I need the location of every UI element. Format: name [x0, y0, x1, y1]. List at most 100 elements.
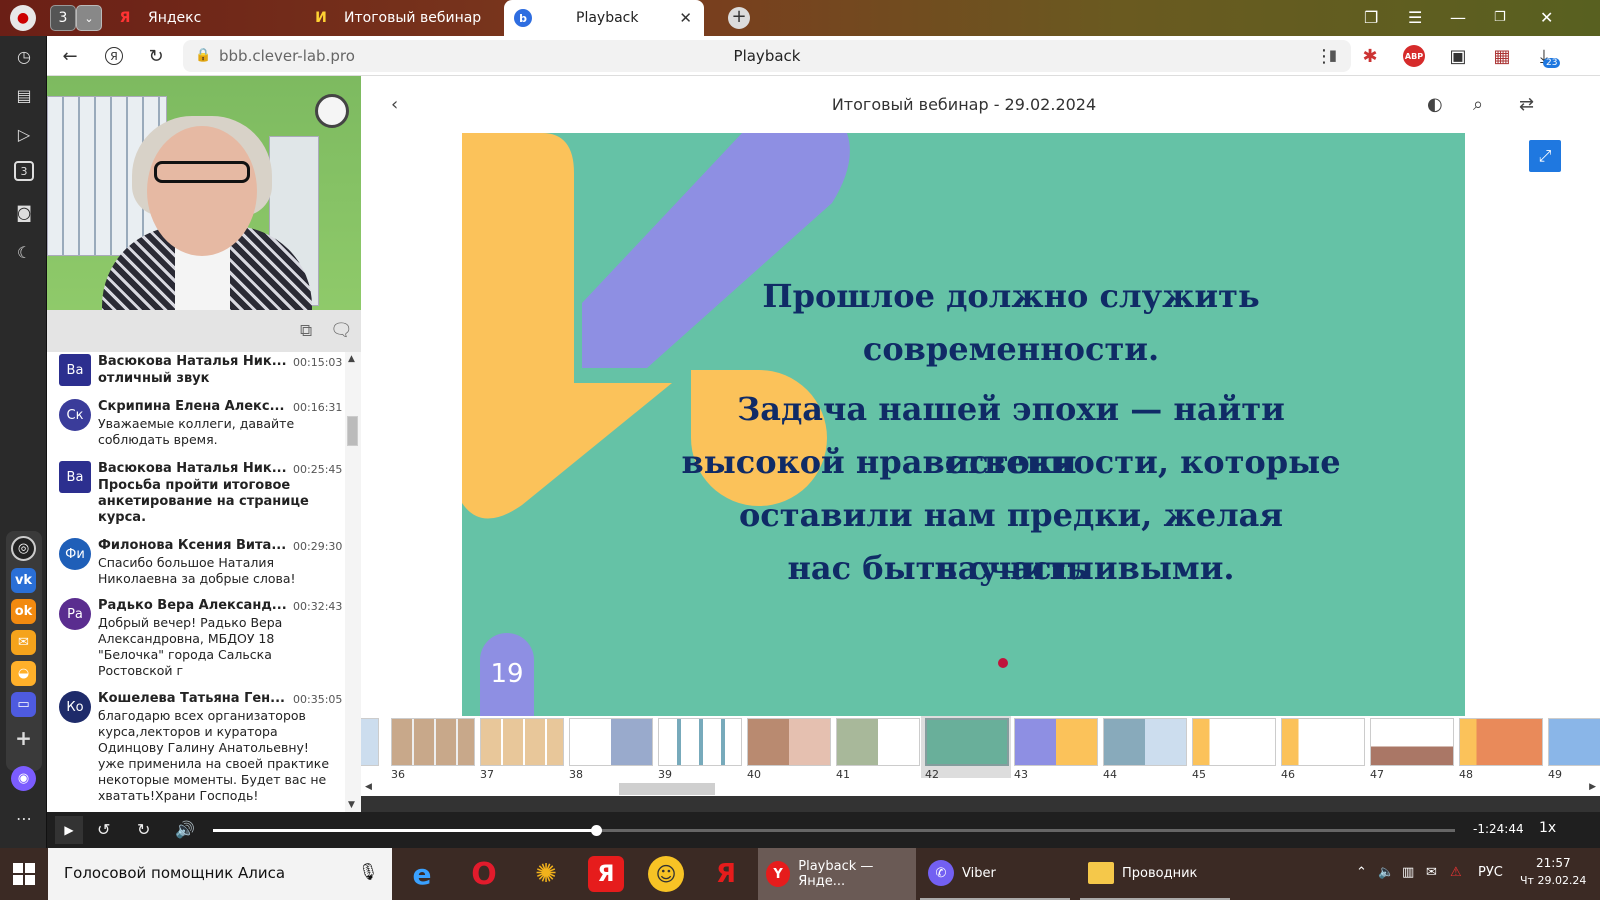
wallet-extension-icon[interactable]: ▣	[1447, 45, 1469, 67]
volume-tray-icon[interactable]: 🔈	[1378, 865, 1394, 880]
slide-thumbnail[interactable]	[1103, 718, 1187, 766]
more-options-icon[interactable]: ⋮	[1313, 45, 1335, 67]
scroll-up-icon[interactable]: ▲	[348, 354, 355, 364]
progress-bar[interactable]	[213, 825, 1455, 836]
messenger-icon[interactable]: ▭	[11, 692, 36, 717]
scroll-left-icon[interactable]: ◀	[365, 782, 372, 792]
warning-tray-icon[interactable]: ⚠	[1450, 865, 1462, 880]
url-field[interactable]: 🔒 bbb.clever-lab.pro Playback ▮	[183, 40, 1351, 72]
collections-icon[interactable]: ▤	[12, 83, 36, 107]
new-tab-button[interactable]: +	[728, 7, 750, 29]
copy-icon[interactable]: ⧉	[300, 321, 312, 341]
sunflower-app-icon[interactable]: ✺	[528, 856, 564, 892]
rewind-icon[interactable]: ↺	[97, 820, 110, 839]
slide-thumbnail[interactable]	[1370, 718, 1454, 766]
yandex-home-icon[interactable]: Я	[105, 47, 123, 65]
scroll-down-icon[interactable]: ▼	[348, 800, 355, 810]
alice-app-icon[interactable]: ◎	[11, 536, 36, 561]
slide-thumbnail[interactable]	[658, 718, 742, 766]
playback-speed[interactable]: 1x	[1539, 820, 1556, 836]
scroll-right-icon[interactable]: ▶	[1589, 782, 1596, 792]
search-icon[interactable]: ⌕	[1473, 94, 1483, 115]
taskbar-task-explorer[interactable]: Проводник	[1080, 848, 1230, 900]
avatar: Ва	[59, 461, 91, 493]
tab-yandex[interactable]: Я Яндекс	[116, 0, 306, 36]
slide-thumbnail[interactable]	[361, 718, 379, 766]
expand-icon: ⤢	[1538, 146, 1552, 165]
restore-icon[interactable]: ❐	[1494, 10, 1506, 25]
vk-icon[interactable]: vk	[11, 568, 36, 593]
play-icon[interactable]: ▷	[12, 122, 36, 146]
slide-thumbnail[interactable]	[391, 718, 475, 766]
bookmarks-panel-icon[interactable]: ❐	[1364, 8, 1378, 27]
minimize-icon[interactable]: —	[1450, 8, 1466, 27]
slide-thumbnail[interactable]	[569, 718, 653, 766]
network-tray-icon[interactable]: ▥	[1402, 865, 1414, 880]
screenshot-icon[interactable]: ◙	[12, 200, 36, 224]
language-indicator[interactable]: РУС	[1478, 865, 1503, 880]
messages-tray-icon[interactable]: ✉	[1426, 865, 1437, 880]
menu-icon[interactable]: ☰	[1408, 8, 1422, 27]
slide-thumbnail[interactable]	[1459, 718, 1543, 766]
slide-thumbnail[interactable]	[1281, 718, 1365, 766]
yandex-app-icon[interactable]: Я	[588, 856, 624, 892]
thumbnail-scroll-thumb[interactable]	[619, 783, 715, 795]
thumbnail-scrollbar[interactable]: ◀ ▶	[361, 782, 1600, 796]
clock-time[interactable]: 21:57	[1536, 856, 1571, 870]
slide-thumbnail[interactable]	[1192, 718, 1276, 766]
ok-icon[interactable]: ok	[11, 599, 36, 624]
back-icon[interactable]: ←	[59, 45, 81, 67]
taskbar-task-playback[interactable]: Y Playback — Янде...	[758, 848, 916, 900]
taskbar-search[interactable]: Голосовой помощник Алиса 🎙	[48, 848, 392, 900]
reload-icon[interactable]: ↻	[145, 45, 167, 67]
tray-expand-icon[interactable]: ⌃	[1356, 865, 1367, 880]
calendar-extension-icon[interactable]: ▦	[1491, 45, 1513, 67]
taskbar-task-viber[interactable]: ✆ Viber	[920, 848, 1070, 900]
alice-icon[interactable]: ◉	[11, 766, 36, 791]
recording-title: Итоговый вебинар - 29.02.2024	[831, 95, 1097, 114]
thumbnail-number: 39	[658, 768, 672, 781]
clock-date[interactable]: Чт 29.02.24	[1520, 874, 1586, 887]
chat-scrollbar[interactable]: ▲ ▼	[345, 352, 361, 812]
task-label: Проводник	[1122, 865, 1198, 881]
more-icon[interactable]: ⋯	[12, 806, 36, 830]
start-button[interactable]	[0, 848, 48, 900]
sender-name: Васюкова Наталья Ник...	[98, 354, 286, 369]
tab-number-icon[interactable]: 3	[14, 161, 34, 181]
tab-counter-button[interactable]: 3	[50, 5, 76, 31]
tab-counter: 3	[58, 10, 68, 26]
slide-thumbnail[interactable]	[747, 718, 831, 766]
microphone-icon[interactable]: 🎙	[358, 862, 378, 881]
play-button[interactable]: ▶	[55, 816, 83, 844]
close-window-icon[interactable]: ✕	[1540, 8, 1553, 27]
forward-icon[interactable]: ↻	[137, 820, 150, 839]
history-icon[interactable]: ◷	[12, 44, 36, 68]
add-app-icon[interactable]: +	[11, 725, 36, 750]
night-mode-icon[interactable]: ☾	[12, 240, 36, 264]
bug-extension-icon[interactable]: ✱	[1359, 45, 1381, 67]
adblock-extension-icon[interactable]: ABP	[1403, 45, 1425, 67]
progress-handle[interactable]	[590, 825, 602, 836]
slide-thumbnail[interactable]	[480, 718, 564, 766]
mail-icon[interactable]: ✉	[11, 630, 36, 655]
slide-thumbnail[interactable]	[1548, 718, 1600, 766]
close-tab-icon[interactable]: ✕	[679, 9, 692, 27]
slide-thumbnail[interactable]	[1014, 718, 1098, 766]
slide-text-line: нас быть счастливыми.	[787, 549, 1235, 587]
yandex-browser-icon[interactable]: Я	[708, 856, 744, 892]
opera-icon[interactable]: O	[466, 856, 502, 892]
chat-scroll-thumb[interactable]	[347, 416, 358, 446]
yandex-menu-icon[interactable]: ●	[10, 5, 36, 31]
dark-mode-icon[interactable]: ◐	[1427, 94, 1443, 115]
tabs-dropdown-button[interactable]: ⌄	[76, 5, 102, 31]
disk-icon[interactable]: ◒	[11, 661, 36, 686]
tab-playback[interactable]: b Playback ✕	[504, 0, 704, 36]
internet-explorer-icon[interactable]: e	[404, 856, 440, 892]
fullscreen-button[interactable]: ⤢	[1529, 140, 1561, 172]
chat-icon[interactable]: 🗨	[330, 320, 353, 341]
swap-layout-icon[interactable]: ⇄	[1519, 94, 1534, 115]
tab-final-webinar[interactable]: И Итоговый вебинар	[312, 0, 502, 36]
slide-thumbnail[interactable]	[836, 718, 920, 766]
emoji-pro-icon[interactable]: ☺	[648, 856, 684, 892]
volume-icon[interactable]: 🔊	[175, 820, 195, 839]
